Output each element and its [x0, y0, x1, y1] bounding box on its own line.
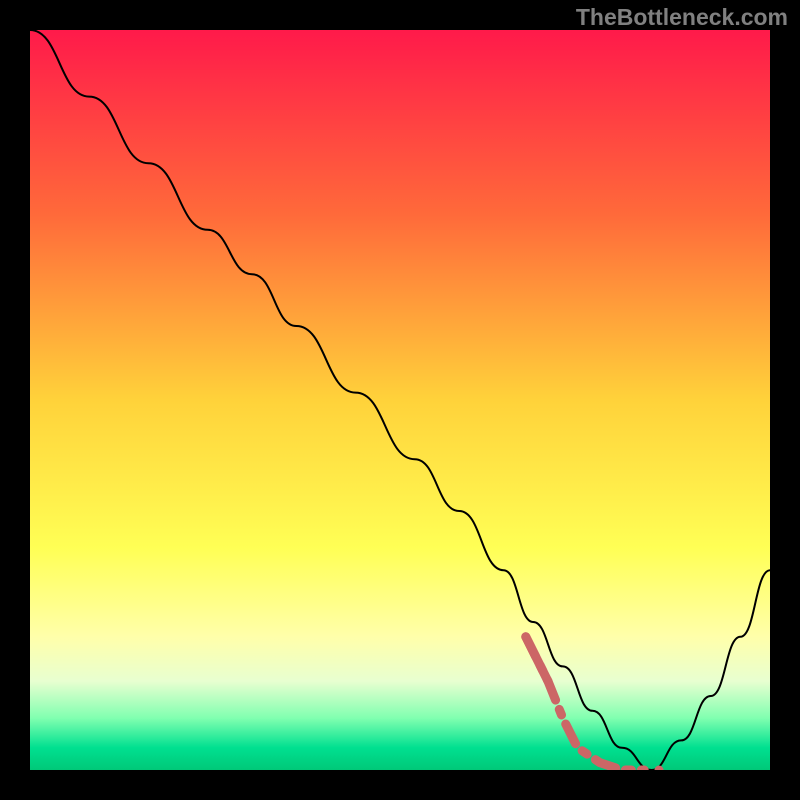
gradient-background	[30, 30, 770, 770]
chart-svg	[30, 30, 770, 770]
chart-container: TheBottleneck.com	[0, 0, 800, 800]
plot-area	[30, 30, 770, 770]
watermark-text: TheBottleneck.com	[576, 4, 788, 31]
